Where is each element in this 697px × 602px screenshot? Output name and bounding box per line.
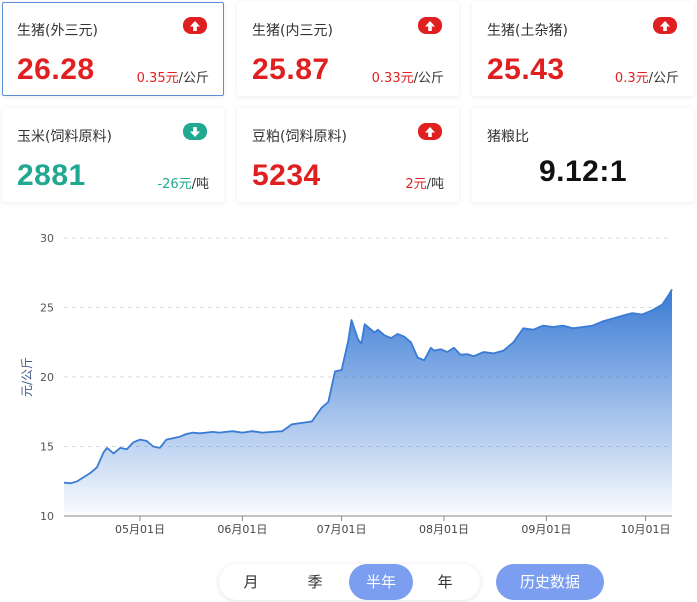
x-tick-label: 08月01日 [419,523,469,536]
change-unit: /公斤 [178,71,209,86]
x-tick-label: 09月01日 [521,523,571,536]
arrow-up-icon [418,17,442,34]
x-tick-label: 07月01日 [317,523,367,536]
card-title: 玉米(饲料原料) [17,129,112,145]
card-title: 生猪(内三元) [252,23,333,39]
change-unit: /公斤 [413,71,444,86]
card-change: 2元/吨 [405,173,444,192]
card-title: 生猪(外三元) [17,23,98,39]
history-data-button[interactable]: 历史数据 [496,564,604,600]
y-tick-label: 25 [40,302,54,315]
card-value: 26.28 [17,53,95,86]
price-card[interactable]: 生猪(外三元) 26.28 0.35元/公斤 [2,2,224,96]
card-change: -26元/吨 [157,173,209,192]
card-value: 25.43 [487,53,565,86]
card-value: 5234 [252,159,321,192]
change-amount: 0.3元 [614,71,649,86]
y-tick-label: 15 [40,441,54,454]
arrow-up-icon [653,17,677,34]
card-title: 猪粮比 [487,129,529,145]
period-selector: 月 季 半年 年 [219,564,480,600]
card-change: 0.3元/公斤 [615,67,679,86]
card-value: 2881 [17,159,86,192]
series-area [64,289,672,516]
y-tick-label: 30 [40,232,54,245]
period-quarter-button[interactable]: 季 [283,564,347,600]
card-title: 豆粕(饲料原料) [252,129,347,145]
x-tick-label: 10月01日 [621,523,671,536]
change-amount: 2元 [405,177,427,192]
change-amount: -26元 [157,177,192,192]
x-tick-label: 05月01日 [115,523,165,536]
card-value: 9.12:1 [538,155,628,188]
period-halfyear-button[interactable]: 半年 [349,564,413,600]
price-card[interactable]: 豆粕(饲料原料) 5234 2元/吨 [237,108,459,202]
change-amount: 0.35元 [136,71,179,86]
arrow-up-icon [418,123,442,140]
arrow-down-icon [183,123,207,140]
period-year-button[interactable]: 年 [413,564,477,600]
change-unit: /吨 [426,177,444,192]
price-card[interactable]: 生猪(内三元) 25.87 0.33元/公斤 [237,2,459,96]
x-tick-label: 06月01日 [217,523,267,536]
change-amount: 0.33元 [371,71,414,86]
price-chart: 10 15 20 25 30 05月01日 06月01日 07月01日 08月01日 09月01日… [20,232,673,536]
arrow-up-icon [183,17,207,34]
price-card[interactable]: 猪粮比 9.12:1 [472,108,694,202]
card-change: 0.35元/公斤 [137,67,209,86]
y-tick-label: 10 [40,510,54,523]
y-axis-label: 元/公斤 [20,357,34,397]
card-change: 0.33元/公斤 [372,67,444,86]
price-card[interactable]: 生猪(土杂猪) 25.43 0.3元/公斤 [472,2,694,96]
period-month-button[interactable]: 月 [219,564,283,600]
card-value: 25.87 [252,53,330,86]
card-title: 生猪(土杂猪) [487,23,568,39]
change-unit: /吨 [191,177,209,192]
price-card[interactable]: 玉米(饲料原料) 2881 -26元/吨 [2,108,224,202]
change-unit: /公斤 [648,71,679,86]
y-tick-label: 20 [40,371,54,384]
